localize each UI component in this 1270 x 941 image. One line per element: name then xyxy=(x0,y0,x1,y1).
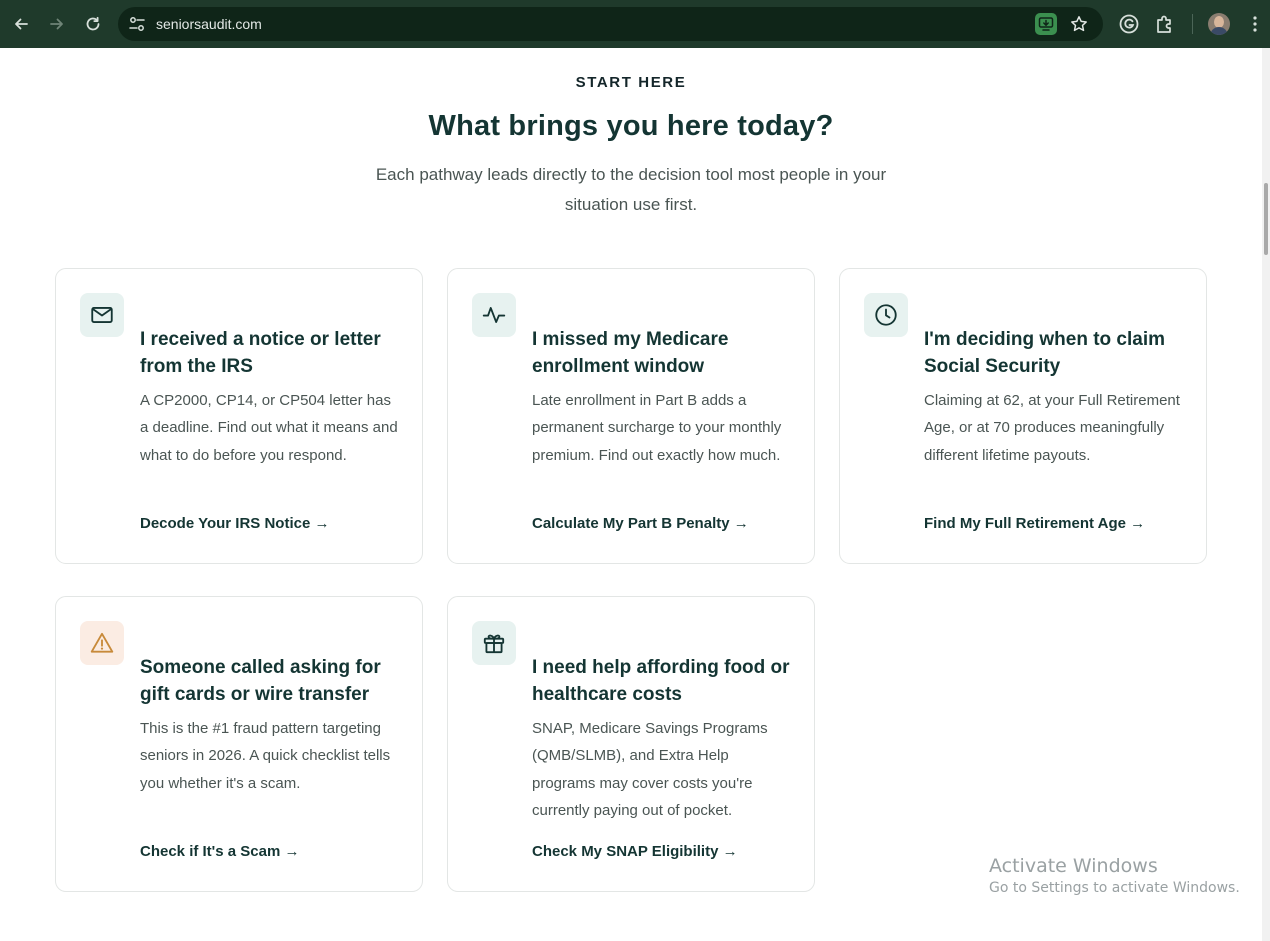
card-icon-tile xyxy=(80,621,124,665)
arrow-right-icon xyxy=(50,18,63,30)
find-full-retirement-age-link[interactable]: Find My Full Retirement Age → xyxy=(924,515,1145,532)
reload-button[interactable] xyxy=(80,10,106,38)
star-icon[interactable] xyxy=(1069,14,1089,34)
check-snap-eligibility-link[interactable]: Check My SNAP Eligibility → xyxy=(532,843,738,860)
card-description: This is the #1 fraud pattern targeting s… xyxy=(140,720,391,792)
card-description: Late enrollment in Part B adds a permane… xyxy=(532,392,782,464)
kebab-menu-icon[interactable] xyxy=(1248,14,1262,34)
card-description: Claiming at 62, at your Full Retirement … xyxy=(924,392,1180,464)
page-scrollbar[interactable] xyxy=(1262,48,1270,941)
pathway-card-medicare[interactable]: I missed my Medicare enrollment window L… xyxy=(447,268,815,564)
card-title: Someone called asking for gift cards or … xyxy=(140,657,381,705)
install-app-button[interactable] xyxy=(1035,13,1057,35)
pathway-card-scam[interactable]: Someone called asking for gift cards or … xyxy=(55,596,423,892)
section-eyebrow: START HERE xyxy=(575,74,687,91)
card-title: I received a notice or letter from the I… xyxy=(140,329,381,377)
scrollbar-thumb[interactable] xyxy=(1264,183,1268,255)
install-app-icon xyxy=(1038,17,1054,31)
card-description: A CP2000, CP14, or CP504 letter has a de… xyxy=(140,392,398,464)
card-icon-tile xyxy=(472,293,516,337)
browser-toolbar: seniorsaudit.com xyxy=(0,0,1270,48)
section-subtitle: Each pathway leads directly to the decis… xyxy=(375,165,887,214)
clock-icon xyxy=(875,304,897,326)
puzzle-icon[interactable] xyxy=(1154,13,1176,35)
card-title: I need help affording food or healthcare… xyxy=(532,657,790,705)
forward-button[interactable] xyxy=(44,10,70,38)
page-title: What brings you here today? xyxy=(428,110,834,142)
decode-irs-notice-link[interactable]: Decode Your IRS Notice → xyxy=(140,515,330,532)
watermark-subtitle: Go to Settings to activate Windows. xyxy=(989,880,1240,896)
pulse-icon xyxy=(482,307,506,323)
card-icon-tile xyxy=(472,621,516,665)
card-title: I'm deciding when to claim Social Securi… xyxy=(924,329,1165,377)
calculate-part-b-penalty-link[interactable]: Calculate My Part B Penalty → xyxy=(532,515,749,532)
back-button[interactable] xyxy=(8,10,34,38)
url-text[interactable]: seniorsaudit.com xyxy=(156,16,262,32)
arrow-left-icon xyxy=(15,18,28,30)
pathway-card-irs[interactable]: I received a notice or letter from the I… xyxy=(55,268,423,564)
toolbar-divider xyxy=(1192,14,1193,34)
address-bar[interactable]: seniorsaudit.com xyxy=(118,7,1103,41)
windows-activation-watermark: Activate Windows Go to Settings to activ… xyxy=(989,854,1240,898)
card-title: I missed my Medicare enrollment window xyxy=(532,329,729,377)
card-icon-tile xyxy=(80,293,124,337)
warning-icon xyxy=(90,632,114,653)
tune-icon[interactable] xyxy=(128,15,146,33)
envelope-icon xyxy=(91,307,113,323)
gift-icon xyxy=(483,634,505,654)
reload-icon xyxy=(86,16,100,31)
pathway-card-social-security[interactable]: I'm deciding when to claim Social Securi… xyxy=(839,268,1207,564)
card-description: SNAP, Medicare Savings Programs (QMB/SLM… xyxy=(532,720,768,819)
pathway-card-assistance[interactable]: I need help affording food or healthcare… xyxy=(447,596,815,892)
check-scam-link[interactable]: Check if It's a Scam → xyxy=(140,843,299,860)
card-icon-tile xyxy=(864,293,908,337)
grammarly-icon[interactable] xyxy=(1118,13,1140,35)
watermark-title: Activate Windows xyxy=(989,855,1158,877)
avatar[interactable] xyxy=(1208,13,1230,35)
